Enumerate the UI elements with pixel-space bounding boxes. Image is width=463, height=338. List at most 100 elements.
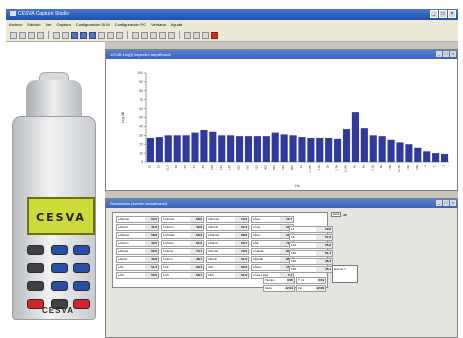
window-tile-icon[interactable]: [184, 31, 191, 39]
filter-icon[interactable]: [168, 31, 175, 39]
result-value: 51.0: [235, 257, 248, 262]
x-tick-label: 40: [174, 165, 178, 169]
result-cell: Inicio 12:04: [263, 285, 295, 292]
maximize-icon[interactable]: □: [443, 200, 449, 206]
result-label: LZSmax: [208, 233, 220, 237]
x-tick-label: 2k: [326, 165, 330, 169]
upload-icon[interactable]: [150, 31, 157, 39]
menu-config-slm[interactable]: Configuración SLM: [76, 20, 110, 29]
result-value: 12:04: [285, 286, 294, 291]
result-value: 59.8: [316, 227, 332, 232]
settings-icon[interactable]: [132, 31, 139, 39]
y-tick-label: 10: [139, 151, 143, 155]
calculator-icon[interactable]: [159, 31, 166, 39]
record-icon[interactable]: [211, 31, 218, 39]
cursor-icon[interactable]: [98, 31, 105, 39]
result-value: 46.3: [316, 259, 332, 264]
close-icon[interactable]: ×: [450, 51, 456, 57]
result-label: Tiempo: [265, 278, 275, 282]
result-cell: Fin 12:09: [296, 285, 326, 292]
result-value: 72.6: [235, 249, 248, 254]
spectrum-window-titlebar[interactable]: 1/3 dB Leq(t) espectro amplificado _ □ ×: [106, 50, 457, 59]
toolbar-separator: [48, 31, 49, 39]
x-tick-label: 20k: [415, 165, 419, 170]
menu-archivo[interactable]: Archivo: [9, 20, 22, 29]
new-file-icon[interactable]: [10, 31, 17, 39]
result-label: LZFmax: [208, 217, 220, 221]
view-table-icon[interactable]: [80, 31, 87, 39]
menu-captura[interactable]: Captura: [56, 20, 70, 29]
x-tick-label: 2.5k: [335, 165, 339, 171]
result-cell: LCImin 48.7: [161, 256, 204, 263]
result-cell: LZF 62.2: [206, 264, 249, 271]
view-graph-icon[interactable]: [89, 31, 96, 39]
app-title: CESVA Capture Studio: [18, 11, 70, 17]
marker-icon[interactable]: [107, 31, 114, 39]
device-key-blue: [51, 281, 68, 291]
help-icon[interactable]: [202, 31, 209, 39]
result-value: 62.5: [145, 249, 158, 254]
menu-ayuda[interactable]: Ayuda: [171, 20, 182, 29]
minimize-icon[interactable]: _: [430, 10, 438, 18]
result-label: LAImax: [118, 249, 129, 253]
bar: [334, 138, 342, 162]
print-icon[interactable]: [37, 31, 44, 39]
x-tick-label: 3.15k: [344, 165, 348, 173]
event-box[interactable]: Evento 1: [332, 265, 358, 283]
view-spectrum-icon[interactable]: [71, 31, 78, 39]
result-label: LCImin: [163, 257, 173, 261]
device-body: CESVA: [12, 116, 96, 320]
result-label: LZF: [208, 265, 214, 269]
maximize-icon[interactable]: □: [439, 10, 447, 18]
x-axis-label: Hz: [295, 184, 300, 188]
x-tick-label: C: [433, 164, 437, 167]
result-cell: LZImin 51.0: [206, 256, 249, 263]
toolbar-separator: [127, 31, 128, 39]
x-tick-label: 5k: [361, 165, 365, 169]
result-cell: LZSmax 68.9: [206, 232, 249, 239]
close-icon[interactable]: ×: [450, 200, 456, 206]
maximize-icon[interactable]: □: [443, 51, 449, 57]
result-cell: LCImax 70.1: [161, 248, 204, 255]
results-panel: LAFmax 60.2 LCFmax 68.0 LZFmax 70.3 LAeq 52.7 LA…: [112, 212, 333, 292]
x-tick-label: 12.5k: [397, 165, 401, 173]
x-tick-label: 500: [272, 165, 276, 170]
result-cell: LCSmax 66.3: [161, 232, 204, 239]
menu-ventana[interactable]: Ventana: [151, 20, 166, 29]
download-icon[interactable]: [141, 31, 148, 39]
x-tick-label: 160: [228, 165, 232, 170]
unit-box[interactable]: Hora: [331, 212, 341, 217]
results-window-titlebar[interactable]: Resultados (evento actualizado) _ □ ×: [106, 199, 457, 208]
y-tick-label: 30: [139, 134, 143, 138]
result-label: L50: [291, 251, 297, 255]
result-value: 43.0: [145, 241, 158, 246]
result-cell: L5 57.2: [289, 234, 333, 241]
zoom-in-icon[interactable]: [53, 31, 60, 39]
result-cell: LZeq63.5: [251, 232, 294, 239]
result-label: LZImin: [208, 257, 218, 261]
result-value: 70.3: [235, 217, 248, 222]
zoom-out-icon[interactable]: [62, 31, 69, 39]
y-tick-label: 70: [139, 98, 143, 102]
menu-config-pc[interactable]: Configuración PC: [115, 20, 146, 29]
open-folder-icon[interactable]: [19, 31, 26, 39]
chart-line-icon[interactable]: [116, 31, 123, 39]
bar: [342, 129, 351, 162]
bar: [405, 144, 413, 162]
result-label: LCeq: [253, 225, 261, 229]
menu-edicion[interactable]: Edición: [27, 20, 40, 29]
result-cell: LASmin 43.0: [116, 240, 159, 247]
window-cascade-icon[interactable]: [193, 31, 200, 39]
minimize-icon[interactable]: _: [436, 200, 442, 206]
result-cell: L10 55.6: [289, 242, 333, 249]
close-icon[interactable]: ×: [448, 10, 456, 18]
result-value: 49.9: [190, 225, 203, 230]
menu-ver[interactable]: Ver: [45, 20, 51, 29]
result-cell: LCFmax 68.0: [161, 216, 204, 223]
minimize-icon[interactable]: _: [436, 51, 442, 57]
bar: [298, 137, 306, 162]
y-tick-label: 40: [139, 125, 143, 129]
result-label: Fin: [298, 286, 303, 290]
app-icon: [10, 11, 16, 17]
save-icon[interactable]: [28, 31, 35, 39]
